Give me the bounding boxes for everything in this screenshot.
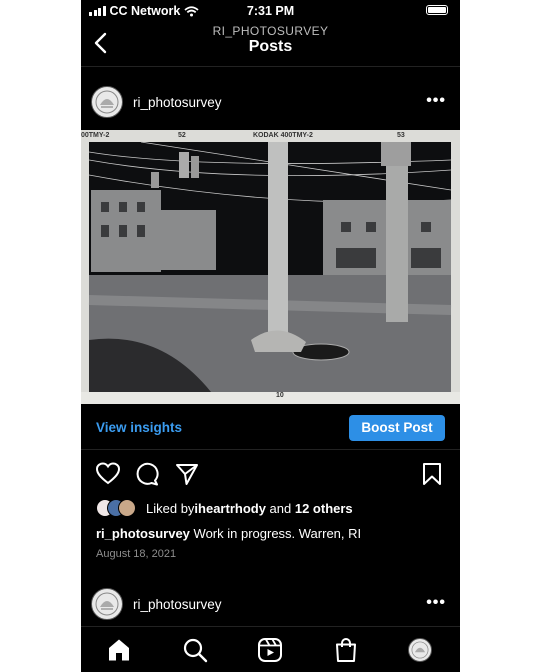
liker-avatar xyxy=(118,499,136,517)
liked-by-user[interactable]: iheartrhody xyxy=(194,501,266,516)
post-date: August 18, 2021 xyxy=(96,548,177,560)
film-negative-image xyxy=(81,130,460,404)
clock: 7:31 PM xyxy=(246,4,295,18)
reels-icon[interactable] xyxy=(257,637,283,663)
insights-bar: View insights Boost Post xyxy=(81,405,460,450)
avatar[interactable] xyxy=(91,86,123,118)
next-post-header: ri_photosurvey ••• xyxy=(81,586,460,622)
profile-icon[interactable] xyxy=(408,638,432,662)
view-insights-link[interactable]: View insights xyxy=(96,420,182,435)
page-title: Posts xyxy=(248,38,293,55)
liked-by-middle: and xyxy=(265,500,295,516)
share-icon[interactable] xyxy=(175,462,199,486)
phone-screen: CC Network 7:31 PM RI_PHOTOSURVEY Posts … xyxy=(81,0,460,672)
comment-icon[interactable] xyxy=(135,462,159,486)
caption-text: Work in progress. Warren, RI xyxy=(189,526,362,541)
caption-username[interactable]: ri_photosurvey xyxy=(96,526,190,541)
bookmark-icon[interactable] xyxy=(422,462,442,486)
likes-row[interactable]: Liked by iheartrhody and 12 others xyxy=(96,498,353,518)
liker-avatars xyxy=(96,499,146,517)
film-frame-number-2: 53 xyxy=(397,132,405,139)
film-brand-label: KODAK 400TMY-2 xyxy=(253,132,313,139)
boost-post-button[interactable]: Boost Post xyxy=(349,415,445,441)
post-caption: ri_photosurvey Work in progress. Warren,… xyxy=(96,526,361,541)
post-header: ri_photosurvey ••• xyxy=(81,84,460,120)
liked-by-others[interactable]: 12 others xyxy=(295,501,353,516)
avatar-logo-icon xyxy=(95,90,119,114)
next-post-username[interactable]: ri_photosurvey xyxy=(133,597,222,612)
film-frame-number-1: 52 xyxy=(178,132,186,139)
film-edge-label-left: 00TMY-2 xyxy=(81,132,110,139)
battery-icon xyxy=(426,5,448,15)
more-options-icon[interactable]: ••• xyxy=(426,594,446,612)
avatar[interactable] xyxy=(91,588,123,620)
home-icon[interactable] xyxy=(106,637,132,663)
top-nav: RI_PHOTOSURVEY Posts xyxy=(81,22,460,67)
profile-avatar-logo-icon xyxy=(411,641,429,659)
shop-icon[interactable] xyxy=(333,637,359,663)
heart-icon[interactable] xyxy=(95,462,121,486)
post-photo[interactable]: 00TMY-2 52 KODAK 400TMY-2 53 10 xyxy=(81,130,460,404)
post-username[interactable]: ri_photosurvey xyxy=(133,95,222,110)
film-edge-label-bottom: 10 xyxy=(276,392,284,399)
post-action-icons xyxy=(81,460,460,488)
bottom-tab-bar xyxy=(81,626,460,672)
more-options-icon[interactable]: ••• xyxy=(426,92,446,110)
avatar-logo-icon xyxy=(95,592,119,616)
account-subtitle: RI_PHOTOSURVEY xyxy=(212,24,329,38)
status-bar: CC Network 7:31 PM xyxy=(81,0,460,22)
search-icon[interactable] xyxy=(182,637,208,663)
liked-by-prefix: Liked by xyxy=(146,500,195,516)
